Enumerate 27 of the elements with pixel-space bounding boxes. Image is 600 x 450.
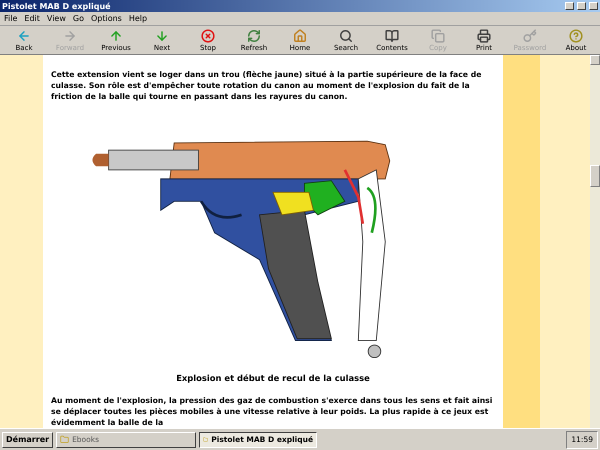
menu-item[interactable]: File (4, 14, 18, 23)
refresh-icon (247, 28, 261, 42)
menu-item[interactable]: Options (90, 14, 122, 23)
menu-item[interactable]: View (46, 14, 66, 23)
scrollbar[interactable] (590, 55, 600, 428)
forward-icon (63, 28, 77, 42)
folder-icon (203, 435, 208, 444)
search-icon (339, 28, 353, 42)
figure-caption: Explosion et début de recul de la culasse (175, 373, 371, 383)
close-button[interactable] (589, 2, 598, 10)
key-icon (523, 28, 537, 42)
folder-icon (60, 435, 70, 444)
stop-icon (201, 28, 215, 42)
start-button[interactable]: Démarrer (2, 432, 54, 448)
window-title: Pistolet MAB D expliqué (2, 2, 112, 10)
minimize-button[interactable] (565, 2, 574, 10)
menu-item[interactable]: Help (128, 14, 148, 23)
up-arrow-icon (109, 28, 123, 42)
copy-icon (431, 28, 445, 42)
book-icon (385, 28, 399, 42)
back-icon (17, 28, 31, 42)
printer-icon (477, 28, 491, 42)
menu-item[interactable]: Go (72, 14, 84, 23)
home-icon (293, 28, 307, 42)
menu-item[interactable]: Edit (24, 14, 40, 23)
help-icon (569, 28, 583, 42)
maximize-button[interactable] (577, 2, 586, 10)
